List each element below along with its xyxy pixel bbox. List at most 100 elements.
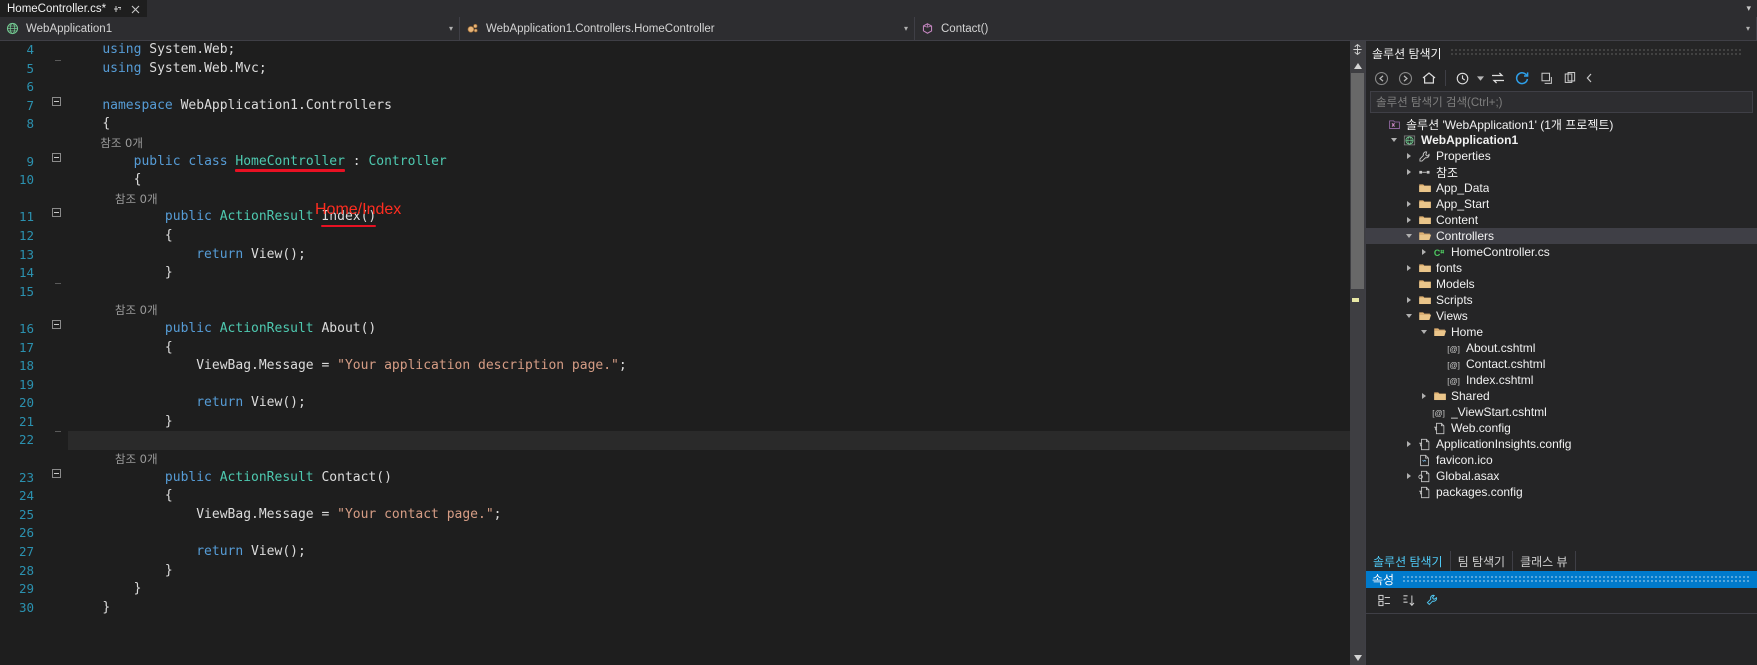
home-icon[interactable]: [1418, 67, 1440, 89]
chevron-right-icon[interactable]: [1402, 297, 1416, 303]
collapse-all-icon[interactable]: [1535, 67, 1557, 89]
code-editor[interactable]: 4 using System.Web; 5 using System.Web.Mv…: [0, 41, 1350, 665]
code-line: 22: [0, 431, 1350, 451]
tree-item-label: _ViewStart.cshtml: [1451, 405, 1547, 419]
tree-item-fonts[interactable]: fonts: [1366, 260, 1757, 276]
collapse-icon[interactable]: [51, 208, 61, 218]
collapse-icon[interactable]: [51, 468, 61, 478]
tree-item-web-config[interactable]: Web.config: [1366, 420, 1757, 436]
code-lens-row[interactable]: 참조 0개: [0, 134, 1350, 153]
outlining-gutter[interactable]: [45, 152, 67, 162]
token: public: [164, 209, 212, 225]
tree-item-scripts[interactable]: Scripts: [1366, 292, 1757, 308]
refresh-icon[interactable]: [1511, 67, 1533, 89]
split-view-handle[interactable]: [1350, 41, 1365, 58]
dock-tab-팀-탐색기[interactable]: 팀 탐색기: [1451, 551, 1514, 571]
scroll-track[interactable]: [1350, 73, 1365, 650]
token: {: [133, 172, 142, 188]
outlining-gutter[interactable]: [45, 208, 67, 218]
code-lens-row[interactable]: 참조 0개: [0, 450, 1350, 469]
navbar-member-dropdown[interactable]: Contact() ▾: [915, 17, 1757, 40]
tree-item-참조[interactable]: 참조: [1366, 164, 1757, 180]
tree-item-솔루션-webapplication1-1개-프로젝트[interactable]: 솔루션 'WebApplication1' (1개 프로젝트): [1366, 116, 1757, 132]
code-line: 29 }: [0, 580, 1350, 599]
navbar-type-dropdown[interactable]: WebApplication1.Controllers.HomeControll…: [460, 17, 915, 40]
token: return: [196, 246, 244, 262]
code-line: 7 namespace WebApplication1.Controllers: [0, 96, 1350, 116]
outlining-gutter[interactable]: [45, 96, 67, 106]
tree-item-properties[interactable]: Properties: [1366, 148, 1757, 164]
chevron-down-icon[interactable]: [1402, 314, 1416, 318]
tree-item-viewstart-cshtml[interactable]: [@] _ViewStart.cshtml: [1366, 404, 1757, 420]
collapse-icon[interactable]: [51, 152, 61, 162]
tree-item-index-cshtml[interactable]: [@] Index.cshtml: [1366, 372, 1757, 388]
tree-item-app-start[interactable]: App_Start: [1366, 196, 1757, 212]
token: ;: [493, 506, 502, 522]
chevron-right-icon[interactable]: [1402, 217, 1416, 223]
chevron-right-icon[interactable]: [1417, 393, 1431, 399]
chevron-right-icon[interactable]: [1402, 473, 1416, 479]
solution-explorer-tree[interactable]: 솔루션 'WebApplication1' (1개 프로젝트) WebApplic…: [1366, 116, 1757, 551]
scroll-up-arrow[interactable]: [1350, 58, 1365, 73]
code-lens-row[interactable]: 참조 0개: [0, 190, 1350, 209]
tree-item-contact-cshtml[interactable]: [@] Contact.cshtml: [1366, 356, 1757, 372]
categorized-icon[interactable]: [1374, 591, 1394, 611]
tree-item-applicationinsights-config[interactable]: ApplicationInsights.config: [1366, 436, 1757, 452]
scroll-down-arrow[interactable]: [1350, 650, 1365, 665]
tree-item-app-data[interactable]: App_Data: [1366, 180, 1757, 196]
editor-vertical-scrollbar[interactable]: [1350, 41, 1365, 665]
tree-item-favicon-ico[interactable]: favicon.ico: [1366, 452, 1757, 468]
chevron-right-icon[interactable]: [1402, 153, 1416, 159]
tree-item-global-asax[interactable]: Global.asax: [1366, 468, 1757, 484]
tree-item-homecontroller-cs[interactable]: C HomeController.cs: [1366, 244, 1757, 260]
tree-item-packages-config[interactable]: packages.config: [1366, 484, 1757, 500]
chevron-down-icon[interactable]: [1475, 67, 1485, 89]
properties-drag-grip[interactable]: [1402, 576, 1751, 583]
tree-item-webapplication1[interactable]: WebApplication1: [1366, 132, 1757, 148]
code-line: 28 }: [0, 562, 1350, 581]
sync-with-active-document-icon[interactable]: [1487, 67, 1509, 89]
tree-item-about-cshtml[interactable]: [@] About.cshtml: [1366, 340, 1757, 356]
alphabetical-icon[interactable]: [1398, 591, 1418, 611]
tree-item-shared[interactable]: Shared: [1366, 388, 1757, 404]
dock-tab-클래스-뷰[interactable]: 클래스 뷰: [1513, 551, 1576, 571]
outlining-gutter[interactable]: [45, 319, 67, 329]
forward-icon[interactable]: [1394, 67, 1416, 89]
collapse-icon[interactable]: [51, 319, 61, 329]
properties-icon[interactable]: [1583, 67, 1595, 89]
chevron-down-icon[interactable]: [1402, 234, 1416, 238]
tree-item-home[interactable]: Home: [1366, 324, 1757, 340]
solution-explorer-search-input[interactable]: 솔루션 탐색기 검색(Ctrl+;): [1370, 91, 1753, 113]
show-all-files-icon[interactable]: [1559, 67, 1581, 89]
tab-overflow-button[interactable]: ▾: [1746, 0, 1757, 17]
chevron-right-icon[interactable]: [1417, 249, 1431, 255]
line-number: 8: [26, 116, 34, 132]
chevron-down-icon: ▾: [903, 24, 908, 33]
pending-changes-icon[interactable]: [1451, 67, 1473, 89]
code-lens-row[interactable]: 참조 0개: [0, 301, 1350, 320]
collapse-icon[interactable]: [51, 96, 61, 106]
navbar-project-dropdown[interactable]: WebApplication1 ▾: [0, 17, 460, 40]
chevron-right-icon[interactable]: [1402, 201, 1416, 207]
chevron-right-icon[interactable]: [1402, 169, 1416, 175]
code-line: 19: [0, 376, 1350, 395]
chevron-right-icon[interactable]: [1402, 265, 1416, 271]
chevron-down-icon[interactable]: [1417, 330, 1431, 334]
scroll-thumb[interactable]: [1351, 73, 1364, 289]
tree-item-views[interactable]: Views: [1366, 308, 1757, 324]
chevron-down-icon[interactable]: [1387, 138, 1401, 142]
tree-item-controllers[interactable]: Controllers: [1366, 228, 1757, 244]
outlining-gutter[interactable]: [45, 468, 67, 478]
editor-tab-homecontroller[interactable]: HomeController.cs*: [0, 0, 148, 17]
dock-tab-솔루션-탐색기[interactable]: 솔루션 탐색기: [1366, 551, 1451, 571]
tree-item-content[interactable]: Content: [1366, 212, 1757, 228]
pin-icon[interactable]: [111, 5, 124, 14]
chevron-right-icon[interactable]: [1402, 441, 1416, 447]
close-icon[interactable]: [129, 5, 142, 14]
tree-item-models[interactable]: Models: [1366, 276, 1757, 292]
pane-drag-grip[interactable]: [1449, 49, 1743, 57]
back-icon[interactable]: [1370, 67, 1392, 89]
property-pages-icon[interactable]: [1422, 591, 1442, 611]
